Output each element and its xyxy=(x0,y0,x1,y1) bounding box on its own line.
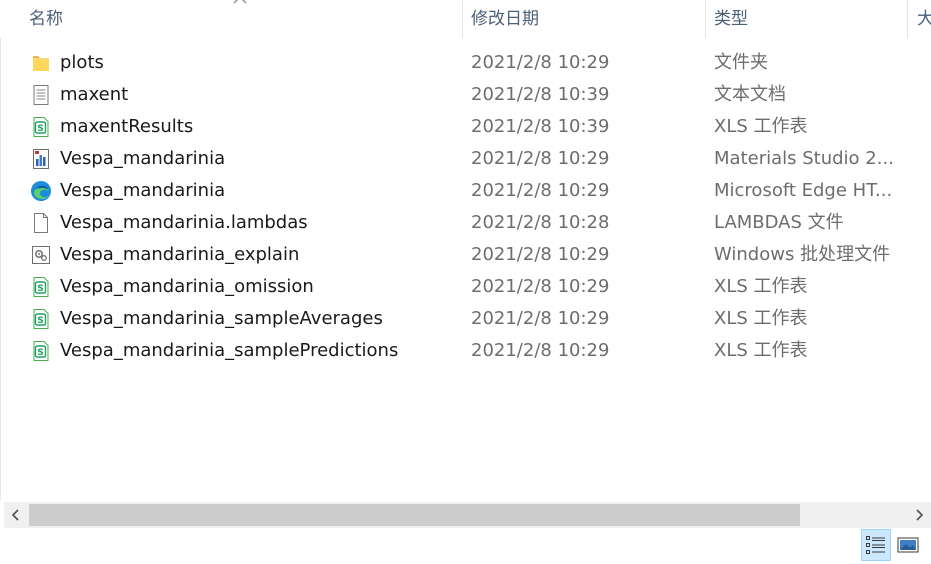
column-divider[interactable] xyxy=(907,0,908,38)
file-name[interactable]: Vespa_mandarinia xyxy=(60,175,225,207)
file-name[interactable]: maxentResults xyxy=(60,111,193,143)
file-name[interactable]: Vespa_mandarinia_sampleAverages xyxy=(60,303,383,335)
svg-text:S: S xyxy=(37,316,43,326)
file-modified-date: 2021/2/8 10:28 xyxy=(471,212,610,233)
large-icons-view-icon xyxy=(897,537,919,553)
details-view-icon xyxy=(866,536,885,554)
file-type: XLS 工作表 xyxy=(714,116,808,137)
file-type: 文件夹 xyxy=(714,52,768,73)
edge-icon xyxy=(30,180,52,202)
column-divider[interactable] xyxy=(462,0,463,38)
column-divider[interactable] xyxy=(705,0,706,38)
file-row[interactable]: S Vespa_mandarinia_samplePredictions 2021/… xyxy=(0,335,931,367)
scrollbar-thumb[interactable] xyxy=(29,504,800,526)
large-icons-view-button[interactable] xyxy=(893,529,923,561)
file-name[interactable]: Vespa_mandarinia_omission xyxy=(60,271,314,303)
file-type: XLS 工作表 xyxy=(714,276,808,297)
blank-file-icon xyxy=(30,212,52,234)
materials-studio-icon xyxy=(30,148,52,170)
column-header-name[interactable]: 名称 xyxy=(29,0,459,38)
file-type: Microsoft Edge HT... xyxy=(714,180,893,201)
file-type: LAMBDAS 文件 xyxy=(714,212,844,233)
batch-file-icon xyxy=(30,244,52,266)
spreadsheet-icon: S xyxy=(30,276,52,298)
file-name[interactable]: Vespa_mandarinia_samplePredictions xyxy=(60,335,398,367)
file-row[interactable]: Vespa_mandarinia_explain 2021/2/8 10:29 Wi… xyxy=(0,239,931,271)
file-name[interactable]: Vespa_mandarinia.lambdas xyxy=(60,207,308,239)
file-row[interactable]: Vespa_mandarinia.lambdas 2021/2/8 10:28 LA… xyxy=(0,207,931,239)
file-row[interactable]: S Vespa_mandarinia_omission 2021/2/8 10:29… xyxy=(0,271,931,303)
file-list: plots 2021/2/8 10:29 文件夹 maxent 2021/2/8 10:… xyxy=(0,47,931,367)
column-header-type[interactable]: 类型 xyxy=(714,0,904,38)
spreadsheet-icon: S xyxy=(30,308,52,330)
file-row[interactable]: plots 2021/2/8 10:29 文件夹 xyxy=(0,47,931,79)
file-type: XLS 工作表 xyxy=(714,340,808,361)
svg-text:S: S xyxy=(37,284,43,294)
file-type: 文本文档 xyxy=(714,84,786,105)
column-header-size[interactable]: 大 xyxy=(917,0,931,38)
folder-icon xyxy=(30,52,52,74)
svg-text:S: S xyxy=(37,348,43,358)
text-document-icon xyxy=(30,84,52,106)
file-name[interactable]: Vespa_mandarinia_explain xyxy=(60,239,299,271)
file-modified-date: 2021/2/8 10:29 xyxy=(471,340,610,361)
chevron-right-icon xyxy=(916,509,924,521)
column-header-date[interactable]: 修改日期 xyxy=(471,0,701,38)
chevron-left-icon xyxy=(11,509,19,521)
svg-text:S: S xyxy=(37,124,43,134)
file-row[interactable]: maxent 2021/2/8 10:39 文本文档 xyxy=(0,79,931,111)
file-modified-date: 2021/2/8 10:29 xyxy=(471,148,610,169)
file-modified-date: 2021/2/8 10:29 xyxy=(471,244,610,265)
file-type: XLS 工作表 xyxy=(714,308,808,329)
spreadsheet-icon: S xyxy=(30,340,52,362)
details-view-button[interactable] xyxy=(861,529,891,561)
column-header-row: 名称 修改日期 类型 大 xyxy=(0,0,931,38)
file-type: Materials Studio 2... xyxy=(714,148,894,169)
file-name[interactable]: plots xyxy=(60,47,104,79)
file-type: Windows 批处理文件 xyxy=(714,244,891,265)
file-modified-date: 2021/2/8 10:29 xyxy=(471,276,610,297)
file-modified-date: 2021/2/8 10:29 xyxy=(471,52,610,73)
file-modified-date: 2021/2/8 10:39 xyxy=(471,84,610,105)
file-modified-date: 2021/2/8 10:29 xyxy=(471,308,610,329)
file-name[interactable]: Vespa_mandarinia xyxy=(60,143,225,175)
spreadsheet-icon: S xyxy=(30,116,52,138)
file-name[interactable]: maxent xyxy=(60,79,128,111)
file-modified-date: 2021/2/8 10:29 xyxy=(471,180,610,201)
horizontal-scrollbar[interactable] xyxy=(4,502,931,528)
scroll-left-button[interactable] xyxy=(4,502,28,528)
file-row[interactable]: Vespa_mandarinia 2021/2/8 10:29 Microsoft … xyxy=(0,175,931,207)
file-row[interactable]: SmaxentResults 2021/2/8 10:39 XLS 工作表 xyxy=(0,111,931,143)
file-row[interactable]: Vespa_mandarinia 2021/2/8 10:29 Materials … xyxy=(0,143,931,175)
file-modified-date: 2021/2/8 10:39 xyxy=(471,116,610,137)
scroll-right-button[interactable] xyxy=(907,502,931,528)
file-row[interactable]: S Vespa_mandarinia_sampleAverages 2021/2/8… xyxy=(0,303,931,335)
file-explorer: 名称 修改日期 类型 大 plots 2021/2/8 10:29 文件夹 maxen… xyxy=(0,0,931,564)
